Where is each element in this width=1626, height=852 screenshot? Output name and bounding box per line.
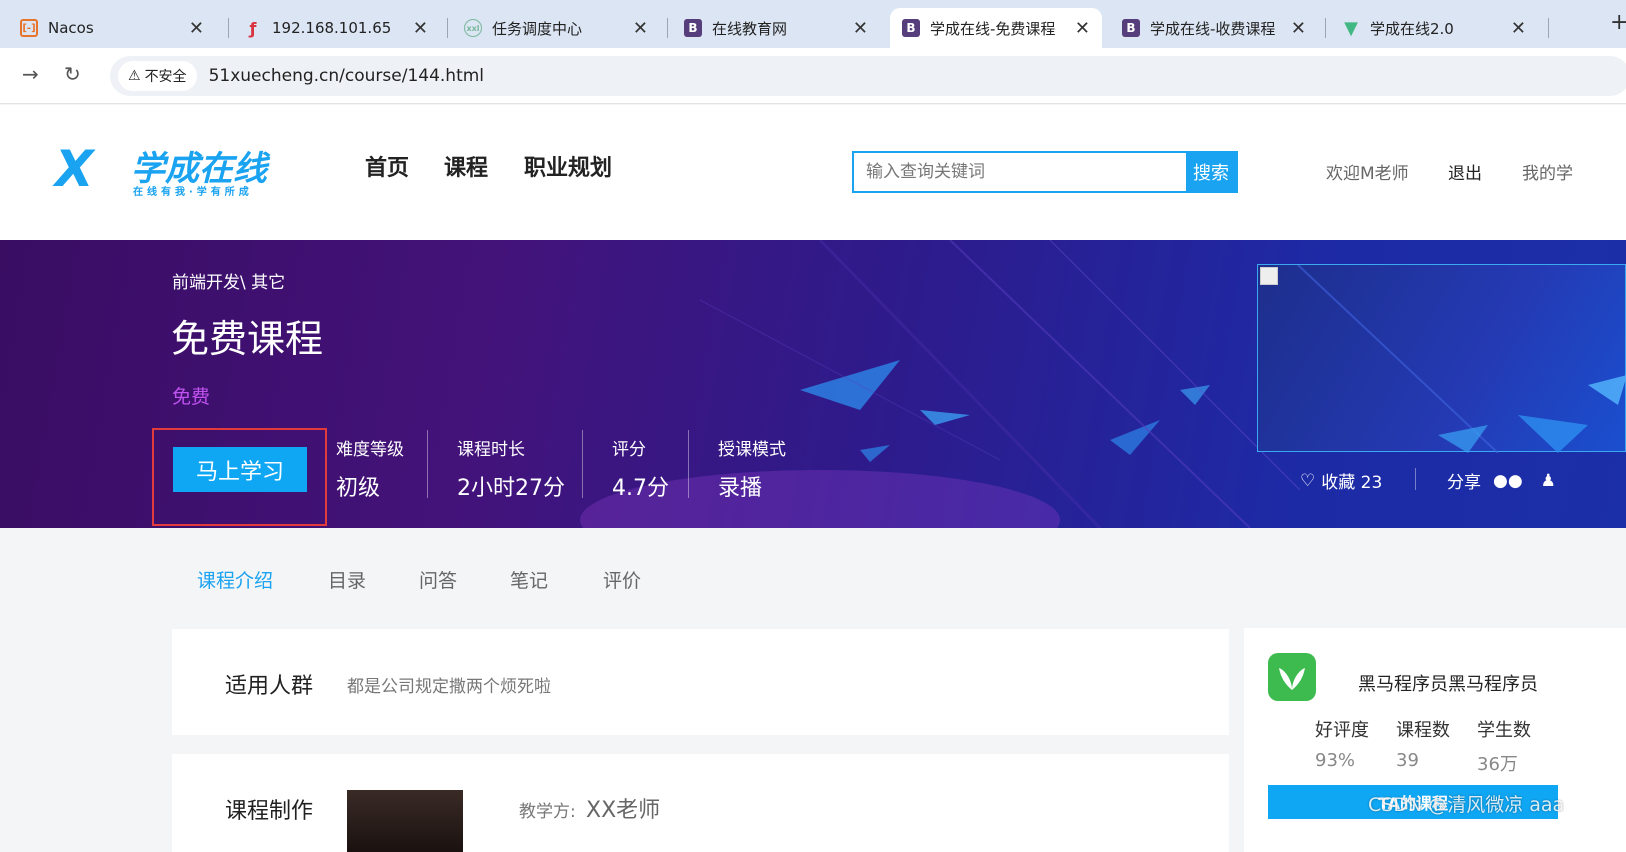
- wechat-icon[interactable]: ●●: [1493, 471, 1523, 491]
- nav-home[interactable]: 首页: [365, 150, 409, 182]
- share-area: 分享 ●● ♟: [1447, 470, 1556, 494]
- audience-title: 适用人群: [225, 674, 314, 699]
- org-stat-courses: 课程数 39: [1396, 720, 1450, 771]
- browser-tab-ip[interactable]: ƒ 192.168.101.65 ✕: [232, 8, 440, 48]
- production-card: [172, 754, 1229, 852]
- close-icon[interactable]: ✕: [1291, 18, 1306, 39]
- search-button[interactable]: 搜索: [1186, 153, 1236, 191]
- stat-difficulty: 难度等级 初级: [336, 440, 404, 501]
- search-input[interactable]: [854, 153, 1186, 191]
- xxl-job-icon: xxl: [464, 19, 482, 37]
- logout-link[interactable]: 退出: [1448, 159, 1482, 184]
- breadcrumb: 前端开发\ 其它: [172, 273, 286, 293]
- tab-reviews[interactable]: 评价: [603, 566, 641, 593]
- stat-rating: 评分 4.7分: [612, 440, 669, 501]
- site-header: X 学成在线 在线有我·学有所成 首页 课程 职业规划 搜索 欢迎M老师 退出 …: [0, 105, 1626, 240]
- teacher-photo: [347, 790, 463, 852]
- course-title: 免费课程: [171, 317, 324, 361]
- browser-tab-paid-course[interactable]: B 学成在线-收费课程 ✕: [1110, 8, 1318, 48]
- browser-tab-xuecheng2[interactable]: ▼ 学成在线2.0 ✕: [1330, 8, 1538, 48]
- qq-icon[interactable]: ♟: [1541, 471, 1556, 491]
- course-price: 免费: [172, 386, 211, 408]
- favorite-button[interactable]: ♡ 收藏 23: [1300, 468, 1382, 494]
- forward-icon[interactable]: →: [22, 62, 39, 86]
- warning-icon: ⚠: [128, 68, 141, 84]
- org-stat-students: 学生数 36万: [1477, 720, 1531, 775]
- course-cover-image: [1257, 264, 1626, 453]
- watermark: CSDN @清风微凉 aaa: [1368, 794, 1565, 816]
- security-indicator[interactable]: ⚠ 不安全: [118, 61, 197, 91]
- stat-duration: 课程时长 2小时27分: [457, 440, 565, 501]
- vue-icon: ▼: [1344, 17, 1358, 39]
- my-study-link[interactable]: 我的学: [1522, 159, 1573, 184]
- audience-text: 都是公司规定撒两个烦死啦: [347, 677, 551, 697]
- start-learning-button[interactable]: 马上学习: [173, 447, 307, 492]
- browser-tab-bar: [-] Nacos ✕ ƒ 192.168.101.65 ✕ xxl 任务调度中…: [0, 0, 1626, 48]
- close-icon[interactable]: ✕: [1075, 18, 1090, 39]
- browser-tab-online-edu[interactable]: B 在线教育网 ✕: [672, 8, 880, 48]
- browser-tab-free-course[interactable]: B 学成在线-免费课程 ✕: [890, 8, 1102, 48]
- browser-tab-nacos[interactable]: [-] Nacos ✕: [8, 8, 216, 48]
- teacher-name: XX老师: [586, 798, 661, 823]
- close-icon[interactable]: ✕: [189, 18, 204, 39]
- production-title: 课程制作: [225, 799, 314, 824]
- logo-mark: X: [55, 140, 94, 198]
- audience-card: [172, 629, 1229, 735]
- omnibox[interactable]: ⚠ 不安全 51xuecheng.cn/course/144.html: [110, 56, 1626, 96]
- search-box: 搜索: [852, 151, 1238, 193]
- tab-notes[interactable]: 笔记: [510, 566, 548, 593]
- org-stat-rating: 好评度 93%: [1315, 720, 1369, 771]
- course-hero-banner: 前端开发\ 其它 免费课程 免费 马上学习 难度等级 初级 课程时长 2小时27…: [0, 240, 1626, 528]
- tab-course-intro[interactable]: 课程介绍: [197, 566, 273, 593]
- nav-courses[interactable]: 课程: [444, 150, 488, 182]
- nacos-icon: [-]: [20, 19, 38, 37]
- close-icon[interactable]: ✕: [1511, 18, 1526, 39]
- tab-catalog[interactable]: 目录: [328, 566, 366, 593]
- teacher-label: 教学方:: [519, 802, 576, 822]
- nav-career[interactable]: 职业规划: [524, 150, 612, 182]
- browser-tab-xxljob[interactable]: xxl 任务调度中心 ✕: [452, 8, 660, 48]
- bootstrap-icon: B: [902, 19, 920, 37]
- close-icon[interactable]: ✕: [413, 18, 428, 39]
- feather-icon: ƒ: [249, 18, 257, 38]
- stat-mode: 授课模式 录播: [718, 440, 786, 501]
- welcome-user[interactable]: 欢迎M老师: [1326, 159, 1409, 184]
- close-icon[interactable]: ✕: [633, 18, 648, 39]
- close-icon[interactable]: ✕: [853, 18, 868, 39]
- site-logo[interactable]: X 学成在线 在线有我·学有所成: [55, 139, 295, 199]
- heart-icon: ♡: [1300, 470, 1316, 491]
- reload-icon[interactable]: ↻: [64, 62, 81, 86]
- new-tab-icon[interactable]: +: [1610, 10, 1626, 35]
- bootstrap-icon: B: [1122, 19, 1140, 37]
- bootstrap-icon: B: [684, 19, 702, 37]
- tab-qa[interactable]: 问答: [419, 566, 457, 593]
- address-bar: → ↻ ⚠ 不安全 51xuecheng.cn/course/144.html: [0, 48, 1626, 104]
- org-name[interactable]: 黑马程序员黑马程序员: [1358, 670, 1538, 696]
- leaf-icon: [1268, 653, 1316, 701]
- url-text[interactable]: 51xuecheng.cn/course/144.html: [209, 66, 484, 86]
